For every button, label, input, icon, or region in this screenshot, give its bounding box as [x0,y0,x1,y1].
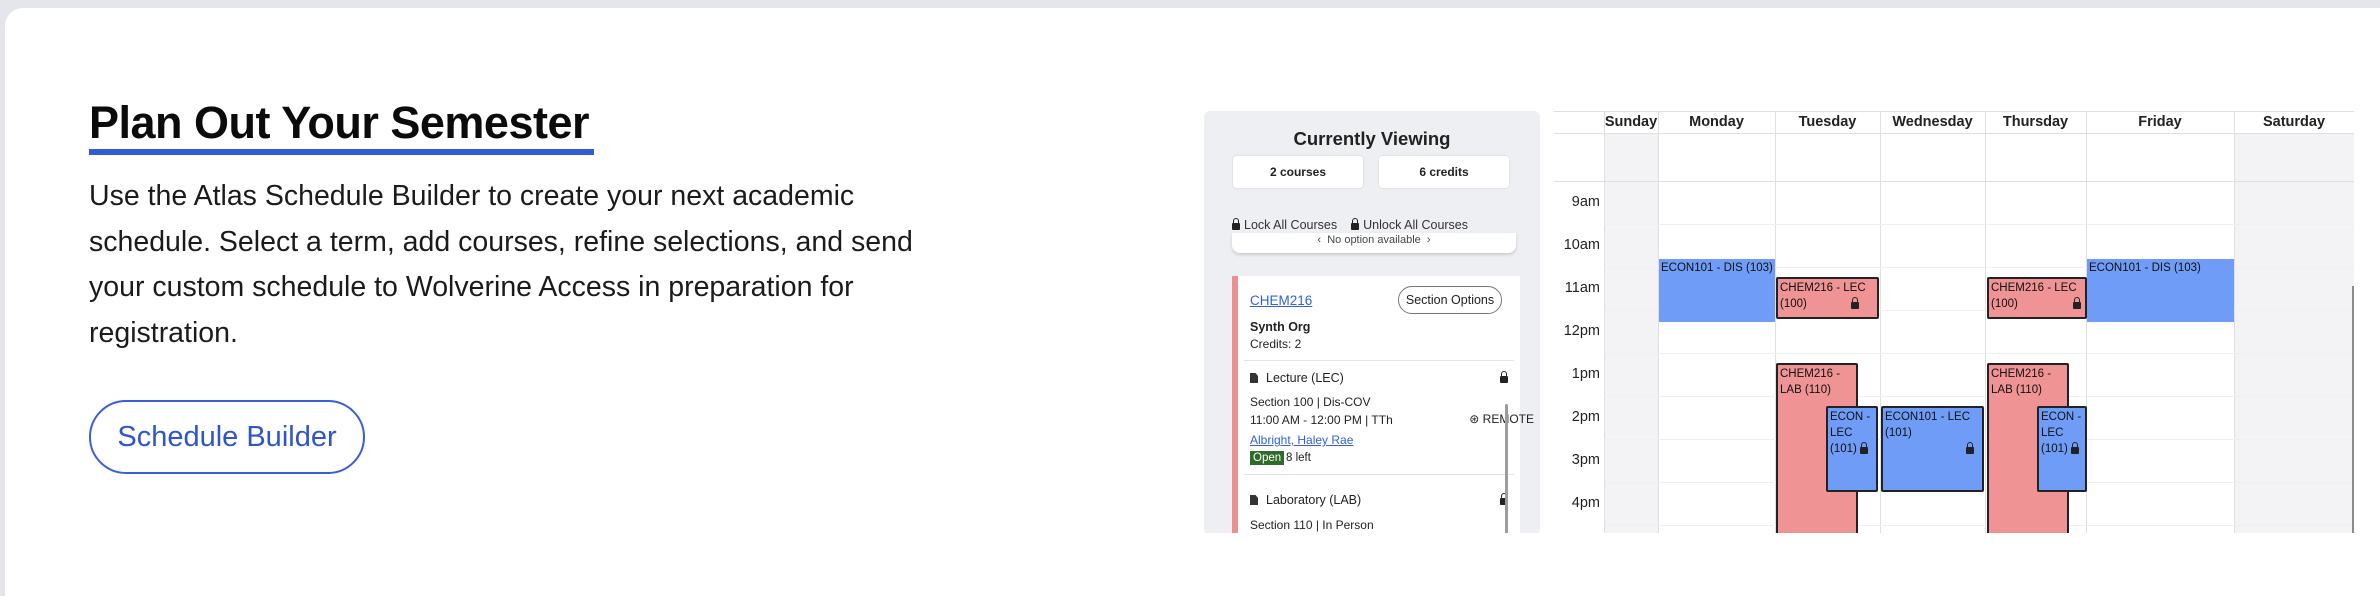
divider [1244,360,1514,361]
lock-icon [1851,297,1859,309]
sunday-shade [1604,133,1658,533]
calendar-scrollbar[interactable] [2352,286,2354,533]
grid-line [2234,111,2235,533]
lab-section: Section 110 | In Person [1250,518,1374,532]
panel-title: Currently Viewing [1293,128,1451,149]
grid-line [1658,111,1659,533]
section-options-button[interactable]: Section Options [1398,286,1502,314]
weekly-calendar: Sunday Monday Tuesday Wednesday Thursday… [1554,111,2354,533]
grid-line [1604,353,2354,354]
day-header-tuesday: Tuesday [1798,114,1857,130]
event-econ101-dis-monday[interactable]: ECON101 - DIS (103) [1659,259,1775,322]
day-header-sunday: Sunday [1604,114,1658,130]
lock-icon[interactable] [1500,371,1508,383]
lock-icon [1232,218,1240,230]
grid-line [1604,525,2354,526]
unlock-all-label: Unlock All Courses [1363,218,1469,232]
time-label: 9am [1571,194,1600,210]
option-navigator: ‹ No option available › [1232,233,1516,253]
event-econ-lec-thursday[interactable]: ECON - LEC (101) [2037,406,2087,492]
day-header-monday: Monday [1689,114,1744,130]
time-label: 4pm [1571,495,1600,511]
lock-all-button[interactable]: Lock All Courses [1232,218,1337,232]
status-badge: Open [1250,451,1285,465]
lecture-label: Lecture (LEC) [1266,371,1344,385]
time-label: 1pm [1571,366,1600,382]
schedule-builder-screenshot: Currently Viewing 2 courses 6 credits Lo… [1204,103,2354,533]
lab-row[interactable]: Laboratory (LAB) [1250,490,1508,510]
day-header-wednesday: Wednesday [1892,114,1973,130]
time-label: 12pm [1563,323,1600,339]
title-underline [89,149,594,155]
saturday-shade [2234,133,2354,533]
grid-line [1604,111,1605,533]
panel-scrollbar[interactable] [1505,404,1508,533]
credits-count: 6 credits [1378,155,1510,189]
event-label: ECON101 - LEC (101) [1885,411,1971,439]
remote-label: REMOTE [1482,412,1534,426]
remote-icon: ⊛ [1469,412,1480,426]
lock-icon [1966,442,1974,454]
grid-line [1554,181,2354,182]
event-label: CHEM216 - LEC (100) [1991,282,2077,310]
schedule-builder-button[interactable]: Schedule Builder [89,400,365,474]
unlock-icon [1351,218,1360,230]
lock-icon [1860,442,1868,454]
event-chem216-lec-thursday[interactable]: CHEM216 - LEC (100) [1987,277,2087,319]
course-org: Synth Org [1250,320,1311,334]
description: Use the Atlas Schedule Builder to create… [89,180,913,349]
event-econ-lec-tuesday[interactable]: ECON - LEC (101) [1826,406,1878,492]
instructor-link[interactable]: Albright, Haley Rae [1250,433,1353,447]
courses-count: 2 courses [1232,155,1364,189]
unlock-all-button[interactable]: Unlock All Courses [1351,218,1468,232]
event-chem216-lec-tuesday[interactable]: CHEM216 - LEC (100) [1776,277,1879,319]
no-option-label: No option available [1327,234,1421,246]
lock-icon [2073,297,2081,309]
time-label: 11am [1564,280,1600,296]
lab-label: Laboratory (LAB) [1266,493,1362,507]
course-card: CHEM216 Section Options Synth Org Credit… [1232,276,1534,533]
time-label: 2pm [1571,409,1600,425]
divider [1244,474,1514,475]
lecture-row[interactable]: Lecture (LEC) [1250,368,1508,388]
course-credits: Credits: 2 [1250,337,1302,351]
lecture-section: Section 100 | Dis-COV [1250,395,1371,409]
lock-icon [2071,442,2079,454]
next-option-icon[interactable]: › [1427,234,1431,246]
day-header-saturday: Saturday [2262,114,2326,130]
grid-line [1985,111,1986,533]
prev-option-icon[interactable]: ‹ [1317,234,1321,246]
event-econ101-lec-wednesday[interactable]: ECON101 - LEC (101) [1881,406,1984,492]
remote-tag: ⊛ REMOTE [1469,412,1534,426]
seats-left: 8 left [1286,452,1311,464]
event-econ101-dis-friday[interactable]: ECON101 - DIS (103) [2087,259,2234,322]
day-header-friday: Friday [2138,114,2182,130]
lock-all-label: Lock All Courses [1244,218,1338,232]
document-icon [1250,373,1258,383]
grid-line [1604,396,2354,397]
course-link[interactable]: CHEM216 [1250,293,1312,308]
time-label: 3pm [1571,452,1600,468]
grid-line [1554,133,2354,134]
lecture-time: 11:00 AM - 12:00 PM | TTh [1250,413,1393,427]
currently-viewing-panel: Currently Viewing 2 courses 6 credits Lo… [1204,111,1540,533]
page-title: Plan Out Your Semester [89,97,590,148]
day-header-thursday: Thursday [2002,114,2069,130]
grid-line [1604,224,2354,225]
time-label: 10am [1563,237,1600,253]
document-icon [1250,495,1258,505]
